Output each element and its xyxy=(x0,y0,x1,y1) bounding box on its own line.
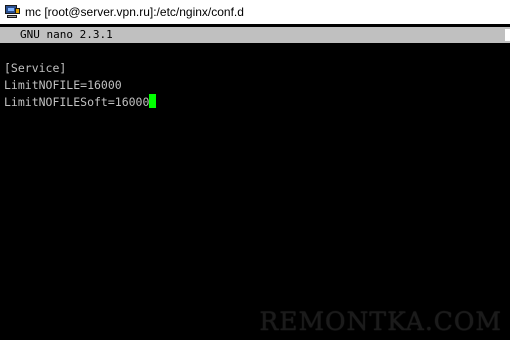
line-text: LimitNOFILESoft=16000 xyxy=(4,95,150,109)
window-title: mc [root@server.vpn.ru]:/etc/nginx/conf.… xyxy=(25,5,244,19)
nano-header-bar: GNU nano 2.3.1 xyxy=(0,27,510,43)
watermark-text: REMONTKA.COM xyxy=(259,307,502,336)
text-cursor xyxy=(149,94,157,108)
window-titlebar[interactable]: mc [root@server.vpn.ru]:/etc/nginx/conf.… xyxy=(0,0,510,24)
editor-line-3[interactable]: LimitNOFILESoft=16000 xyxy=(4,94,157,111)
terminal-window: mc [root@server.vpn.ru]:/etc/nginx/conf.… xyxy=(0,0,510,340)
editor-buffer[interactable]: [Service] LimitNOFILE=16000 LimitNOFILES… xyxy=(4,60,157,111)
nano-version-label: GNU nano 2.3.1 xyxy=(20,28,113,41)
line-text: [Service] xyxy=(4,61,67,75)
header-right-notch xyxy=(505,29,510,41)
line-text: LimitNOFILE=16000 xyxy=(4,78,122,92)
putty-terminal-icon[interactable] xyxy=(4,4,20,20)
header-left-block xyxy=(0,27,6,43)
editor-line-2[interactable]: LimitNOFILE=16000 xyxy=(4,77,156,94)
editor-line-1[interactable]: [Service] xyxy=(4,60,156,77)
